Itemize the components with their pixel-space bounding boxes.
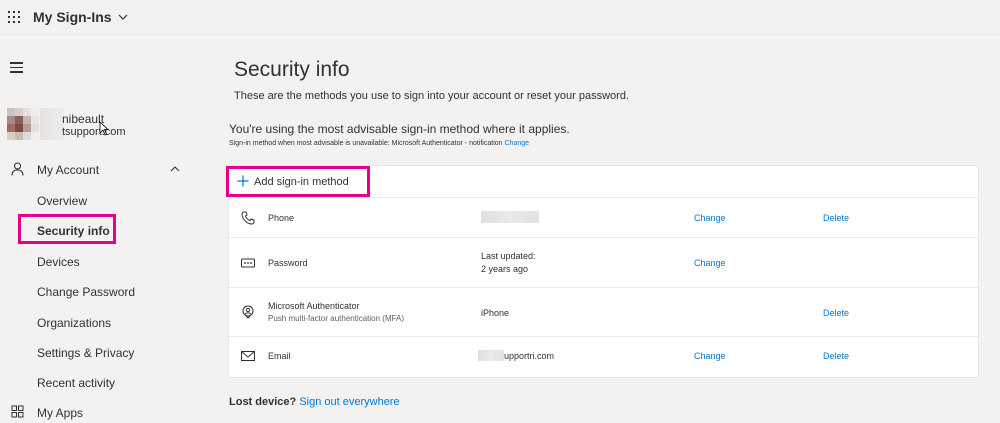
password-icon: [241, 258, 255, 268]
hamburger-menu-icon[interactable]: [10, 62, 23, 73]
method-detail: Push multi-factor authentication (MFA): [268, 314, 405, 323]
method-row-password: Password Last updated: 2 years ago Chang…: [229, 238, 978, 288]
user-name: nibeault: [62, 112, 105, 126]
change-phone-link[interactable]: Change: [694, 213, 726, 223]
mouse-cursor-icon: [99, 121, 109, 136]
change-password-link[interactable]: Change: [694, 258, 726, 268]
sidebar-item-devices[interactable]: Devices: [37, 255, 80, 269]
sidebar-item-my-account[interactable]: My Account: [37, 163, 99, 177]
authenticator-device: iPhone: [481, 308, 510, 318]
method-name: Phone: [268, 213, 295, 223]
sign-out-everywhere-link[interactable]: Sign out everywhere: [299, 396, 399, 408]
top-bar: My Sign-Ins: [0, 0, 1000, 35]
delete-phone-link[interactable]: Delete: [823, 213, 849, 223]
advisable-message: You're using the most advisable sign-in …: [229, 122, 570, 136]
highlight-box: [18, 214, 116, 244]
mail-icon: [241, 351, 255, 361]
page-subtitle: These are the methods you use to sign in…: [234, 90, 629, 102]
method-name: Microsoft Authenticator: [268, 301, 360, 311]
methods-card: Add sign-in method Phone Change Delete P…: [229, 166, 978, 377]
change-email-link[interactable]: Change: [694, 351, 726, 361]
method-row-authenticator: Microsoft Authenticator Push multi-facto…: [229, 288, 978, 337]
avatar: [7, 108, 39, 140]
redacted-name: [40, 108, 64, 140]
waffle-icon[interactable]: [8, 11, 20, 23]
method-name: Password: [268, 258, 308, 268]
lost-device-label: Lost device?: [229, 396, 297, 408]
delete-email-link[interactable]: Delete: [823, 351, 849, 361]
sidebar-item-overview[interactable]: Overview: [37, 194, 87, 208]
lost-device: Lost device? Sign out everywhere: [229, 396, 400, 408]
change-default-link[interactable]: Change: [505, 140, 530, 147]
person-icon: [11, 162, 24, 176]
user-email: tsupport.com: [62, 126, 126, 138]
sidebar-item-organizations[interactable]: Organizations: [37, 316, 111, 330]
advisable-note-text: Sign-in method when most advisable is un…: [229, 140, 503, 147]
page-title: Security info: [234, 58, 350, 81]
delete-authenticator-link[interactable]: Delete: [823, 308, 849, 318]
sidebar-item-change-password[interactable]: Change Password: [37, 285, 135, 299]
method-row-phone: Phone Change Delete: [229, 198, 978, 238]
sidebar-item-my-apps[interactable]: My Apps: [37, 406, 83, 420]
email-value: upportri.com: [504, 351, 555, 361]
sidebar-item-recent-activity[interactable]: Recent activity: [37, 376, 115, 390]
chevron-down-icon[interactable]: [118, 12, 128, 22]
authenticator-icon: [242, 305, 254, 319]
sidebar: nibeault tsupport.com My Account Overvie…: [0, 36, 216, 423]
advisable-note: Sign-in method when most advisable is un…: [229, 140, 529, 147]
password-last-updated-label: Last updated:: [481, 251, 536, 261]
apps-icon: [11, 405, 24, 418]
redacted-phone: [481, 211, 539, 223]
redacted-email: [478, 350, 504, 361]
chevron-up-icon[interactable]: [170, 165, 180, 172]
password-last-updated-value: 2 years ago: [481, 264, 529, 274]
phone-icon: [241, 211, 255, 225]
app-title[interactable]: My Sign-Ins: [33, 9, 112, 25]
highlight-box: [226, 166, 370, 197]
method-row-email: Email upportri.com Change Delete: [229, 337, 978, 377]
sidebar-item-settings-privacy[interactable]: Settings & Privacy: [37, 346, 134, 360]
method-name: Email: [268, 351, 291, 361]
